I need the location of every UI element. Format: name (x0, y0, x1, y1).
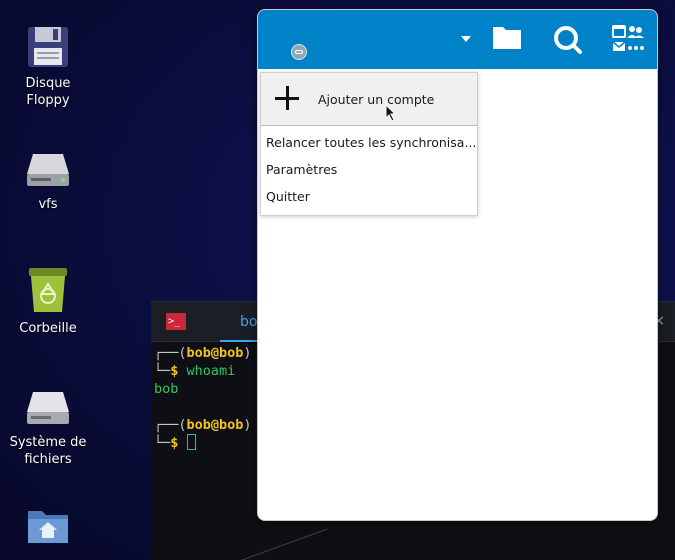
desktop-icon-filesystem[interactable]: Système de fichiers (0, 388, 103, 468)
menu-item-settings[interactable]: Paramètres (261, 156, 477, 183)
chevron-down-icon[interactable] (461, 36, 471, 42)
panel-header (258, 10, 657, 69)
terminal-icon[interactable]: >_ (166, 313, 186, 330)
prompt-user: bob@bob (186, 417, 244, 433)
desktop-icon-label: Floppy (26, 93, 70, 108)
prompt-user: bob@bob (186, 345, 244, 361)
desktop-icon-home[interactable] (0, 505, 103, 551)
desktop-icon-label: vfs (38, 197, 58, 212)
add-account-label: Ajouter un compte (318, 91, 435, 107)
desktop-icon-label: Système de (9, 435, 87, 450)
desktop-icon-label: Disque (25, 76, 71, 91)
terminal-cursor (186, 434, 196, 450)
filesystem-icon (27, 392, 69, 424)
desktop-icon-trash[interactable]: Corbeille (0, 266, 103, 337)
folder-icon[interactable] (492, 24, 522, 50)
terminal-command: whoami (186, 363, 236, 379)
floppy-disk-icon (28, 27, 68, 67)
trash-icon (29, 268, 67, 312)
account-avatar[interactable] (291, 44, 307, 60)
drive-icon (27, 154, 69, 186)
add-account-button[interactable]: Ajouter un compte (261, 73, 477, 126)
search-icon[interactable] (552, 24, 582, 54)
mouse-pointer-icon (385, 104, 397, 122)
desktop-icon-label: fichiers (24, 452, 72, 467)
apps-icon[interactable] (611, 24, 645, 54)
menu-item-quit[interactable]: Quitter (261, 183, 477, 210)
menu-item-restart-sync[interactable]: Relancer toutes les synchronisa... (261, 129, 477, 156)
sync-client-panel: Ajouter un compte Relancer toutes les sy… (257, 9, 658, 521)
desktop-icon-floppy[interactable]: Disque Floppy (0, 25, 103, 109)
plus-icon (275, 86, 301, 112)
desktop-icon-vfs[interactable]: vfs (0, 150, 103, 213)
desktop-icon-label: Corbeille (19, 321, 77, 336)
decorative-line (214, 528, 328, 560)
home-folder-icon (28, 511, 68, 543)
account-dropdown-menu: Ajouter un compte Relancer toutes les sy… (260, 72, 478, 216)
